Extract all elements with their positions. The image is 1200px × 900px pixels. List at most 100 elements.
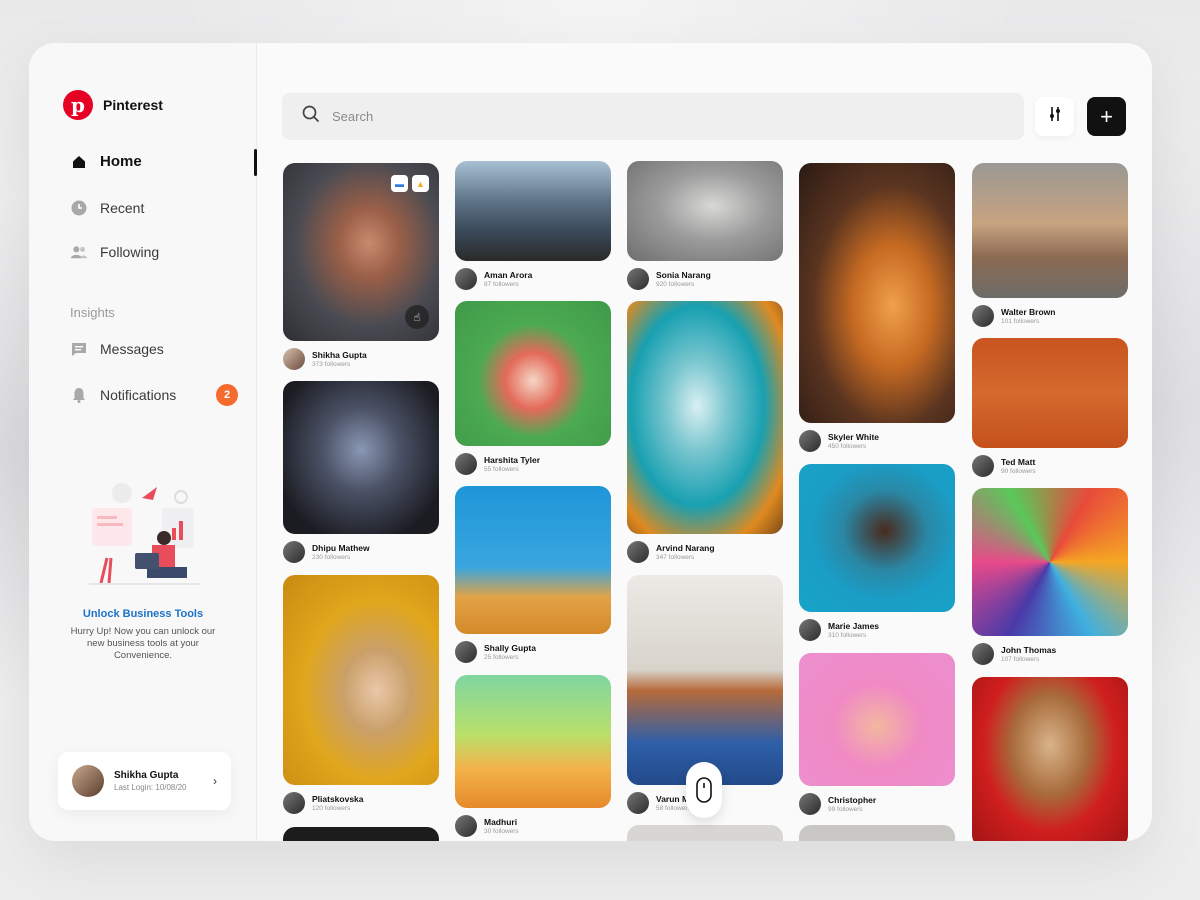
pin-image[interactable] [972,338,1128,448]
pin-image[interactable] [972,163,1128,298]
pin-actions: ▬ ▲ [391,175,429,192]
folder-icon[interactable]: ▬ [391,175,408,192]
add-pin-button[interactable]: + [1087,97,1126,136]
avatar [972,305,994,327]
pin-card[interactable]: Marie James 310 followers [799,464,955,642]
pin-image[interactable] [627,825,783,841]
avatar [283,792,305,814]
home-icon [71,154,87,170]
pin-image[interactable] [455,486,611,634]
author-followers: 450 followers [828,443,867,450]
pin-author[interactable]: Christopher 99 followers [799,792,955,816]
sidebar: p Pinterest Home Recent Following Insigh… [29,43,257,841]
author-followers: 30 followers [484,828,519,835]
avatar [627,268,649,290]
author-name: John Thomas [1001,645,1057,655]
pin-author[interactable]: Pliatskovska 120 followers [283,791,439,815]
pin-image[interactable] [627,161,783,261]
search-input[interactable] [332,109,932,124]
promo-title[interactable]: Unlock Business Tools [29,608,257,620]
pin-author[interactable]: Shally Gupta 25 followers [455,640,611,664]
pin-image[interactable] [283,827,439,841]
author-followers: 55 followers [484,466,519,473]
pin-author[interactable]: Skyler White 450 followers [799,429,955,453]
author-name: Shikha Gupta [312,350,367,360]
brand[interactable]: p Pinterest [63,90,163,120]
pin-card[interactable]: Christopher 99 followers [799,653,955,816]
pin-image[interactable]: ▬ ▲ ☝ [283,163,439,341]
pin-author[interactable]: Aman Arora 87 followers [455,267,611,291]
pin-card[interactable]: ▬ ▲ ☝ Shikha Gupta 373 followers [283,163,439,371]
author-followers: 101 followers [1001,318,1040,325]
pin-card[interactable]: Aman Arora 87 followers [455,161,611,291]
pin-card[interactable]: Dhipu Mathew 230 followers [283,381,439,564]
pin-image[interactable] [455,675,611,808]
pin-card[interactable]: Ted Matt 90 followers [972,338,1128,478]
author-followers: 373 followers [312,361,351,368]
pin-image[interactable] [799,653,955,786]
pin-card[interactable] [627,825,783,841]
pin-image[interactable] [627,575,783,785]
author-info: Arvind Narang 347 followers [656,543,715,561]
pin-card[interactable]: Sonia Narang 920 followers [627,161,783,291]
sidebar-item-recent[interactable]: Recent [71,200,257,216]
pin-image[interactable] [799,163,955,423]
sidebar-item-messages[interactable]: Messages [71,341,257,357]
sidebar-item-following[interactable]: Following [71,244,257,260]
pin-card[interactable]: Arvind Narang 347 followers [627,301,783,564]
author-info: Dhipu Mathew 230 followers [312,543,370,561]
avatar [283,348,305,370]
pin-card[interactable] [799,825,955,841]
pin-image[interactable] [799,464,955,612]
pin-card[interactable]: Harshita Tyler 55 followers [455,301,611,476]
avatar [972,455,994,477]
pin-card[interactable] [283,827,439,841]
like-icon[interactable]: ▲ [412,175,429,192]
pin-author[interactable]: Sonia Narang 920 followers [627,267,783,291]
hand-icon[interactable]: ☝ [405,305,429,329]
promo-text: Hurry Up! Now you can unlock our new bus… [70,626,216,661]
avatar [799,430,821,452]
author-followers: 347 followers [656,554,695,561]
pin-image[interactable] [972,488,1128,636]
sidebar-item-notifications[interactable]: Notifications 2 [71,384,257,406]
pin-author[interactable]: Walter Brown 101 followers [972,304,1128,328]
sidebar-item-home[interactable]: Home [71,153,257,170]
pin-author[interactable]: Harshita Tyler 55 followers [455,452,611,476]
pin-image[interactable] [455,301,611,446]
pin-author[interactable]: Madhuri 30 followers [455,814,611,838]
sidebar-item-label: Messages [100,341,164,357]
pin-author[interactable]: Shikha Gupta 373 followers [283,347,439,371]
pin-card[interactable]: John Thomas 107 followers [972,488,1128,666]
pin-image[interactable] [283,575,439,785]
pin-image[interactable] [972,677,1128,841]
filter-button[interactable] [1035,97,1074,136]
avatar [455,453,477,475]
pin-author[interactable]: Ted Matt 90 followers [972,454,1128,478]
pin-author[interactable]: Arvind Narang 347 followers [627,540,783,564]
pin-author[interactable]: Dhipu Mathew 230 followers [283,540,439,564]
pin-card[interactable]: Shally Gupta 25 followers [455,486,611,664]
pin-card[interactable]: Pliatskovska 120 followers [283,575,439,815]
author-followers: 310 followers [828,632,867,639]
pin-image[interactable] [799,825,955,841]
search-bar[interactable] [282,93,1024,140]
pin-author[interactable]: John Thomas 107 followers [972,642,1128,666]
clock-icon [71,200,87,216]
author-info: Christopher 99 followers [828,795,876,813]
user-profile-card[interactable]: Shikha Gupta Last Login: 10/08/20 › [58,752,231,810]
pin-card[interactable]: Walter Brown 101 followers [972,163,1128,328]
pin-card[interactable] [972,677,1128,841]
author-info: Pliatskovska 120 followers [312,794,364,812]
author-followers: 90 followers [1001,468,1036,475]
author-followers: 120 followers [312,805,351,812]
avatar [72,765,104,797]
pin-author[interactable]: Marie James 310 followers [799,618,955,642]
author-name: Skyler White [828,432,880,442]
pin-image[interactable] [627,301,783,534]
pin-card[interactable]: Madhuri 30 followers [455,675,611,838]
pin-image[interactable] [283,381,439,534]
pin-image[interactable] [455,161,611,261]
sliders-icon [1048,106,1062,127]
pin-card[interactable]: Skyler White 450 followers [799,163,955,453]
